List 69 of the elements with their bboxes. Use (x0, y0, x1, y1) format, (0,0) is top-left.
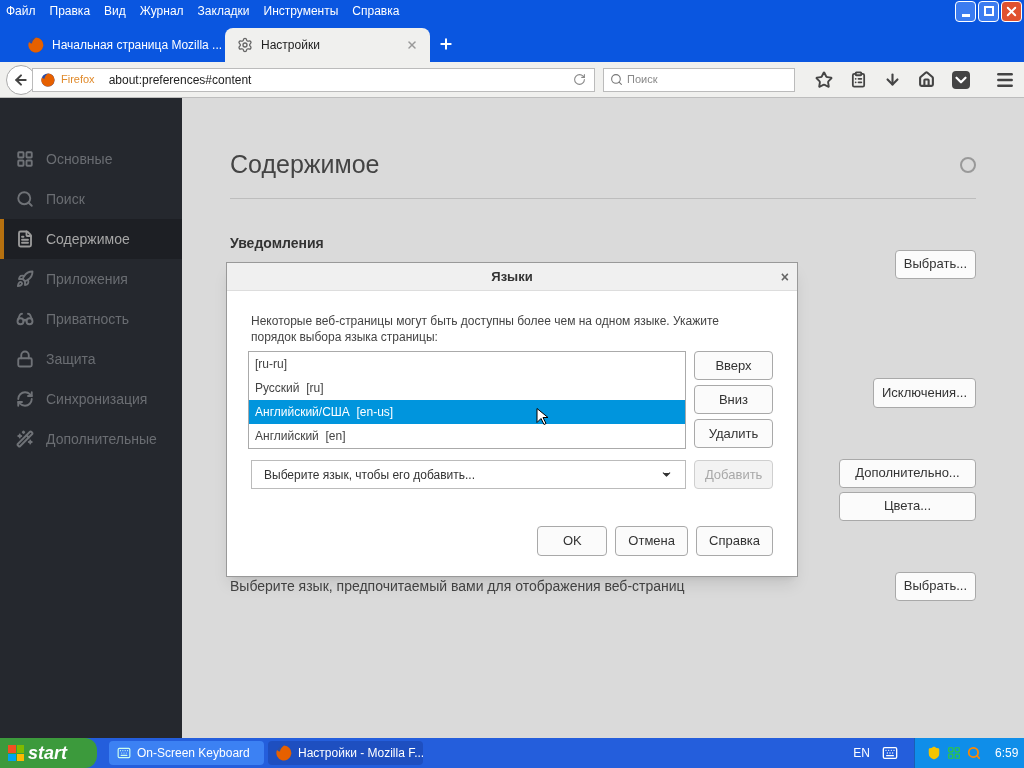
menu-item[interactable]: Журнал (139, 2, 184, 20)
close-button[interactable]: × (780, 267, 789, 288)
mouse-cursor-icon (536, 407, 548, 426)
sidebar-icon (16, 350, 34, 368)
menu-item[interactable]: Инструменты (263, 2, 339, 20)
dialog-title: Языки (491, 267, 533, 286)
clock: 6:59 (995, 745, 1019, 762)
keyboard-icon[interactable] (882, 745, 898, 761)
home-icon[interactable] (918, 71, 935, 88)
dialog-button[interactable]: Отмена (615, 526, 688, 556)
menu-item[interactable]: Закладки (197, 2, 250, 20)
firefox-icon (41, 72, 55, 87)
language-item[interactable]: Английский/США [en-us] (249, 400, 685, 424)
sidebar-item[interactable]: Содержимое (0, 219, 182, 259)
tab-title: Начальная страница Mozilla ... (52, 37, 223, 54)
reload-icon[interactable] (573, 73, 586, 86)
taskbar-button[interactable]: Настройки - Mozilla F... (268, 741, 423, 765)
browser-tab[interactable]: Настройки (225, 28, 430, 62)
start-button[interactable]: start (0, 738, 97, 768)
section-heading: Уведомления (230, 233, 325, 253)
sidebar-icon (16, 390, 34, 408)
clipboard-icon[interactable] (850, 71, 867, 88)
search-icon (610, 73, 623, 86)
sidebar-icon (16, 190, 34, 208)
colors-button[interactable]: Цвета... (839, 491, 976, 521)
list-action-button[interactable]: Вниз (694, 385, 773, 414)
windows-logo-icon (8, 745, 24, 761)
download-icon[interactable] (884, 71, 901, 88)
sidebar-icon (16, 150, 34, 168)
language-item[interactable]: Английский [en] (249, 424, 685, 448)
exceptions-button[interactable]: Исключения... (872, 377, 976, 408)
choose-button[interactable]: Выбрать... (894, 249, 976, 279)
search-placeholder: Поиск (627, 72, 658, 88)
close-button[interactable] (1001, 0, 1022, 22)
sidebar-icon (16, 230, 34, 248)
menu-item[interactable]: Справка (352, 2, 400, 20)
page-title: Содержимое (230, 149, 380, 180)
url-text: about:preferences#content (108, 71, 253, 89)
menu-item[interactable]: Правка (49, 2, 91, 20)
minimize-button[interactable] (955, 0, 976, 22)
taskbar-button[interactable]: On-Screen Keyboard (109, 741, 264, 765)
sidebar-icon (16, 310, 34, 328)
list-action-button[interactable]: Удалить (694, 419, 773, 448)
sidebar-icon (16, 430, 34, 448)
sidebar-icon (16, 270, 34, 288)
language-item[interactable]: Русский [ru] (249, 376, 685, 400)
menu-item[interactable]: Файл (6, 2, 36, 20)
advanced-button[interactable]: Дополнительно... (839, 458, 976, 488)
dialog-button[interactable]: Справка (696, 526, 773, 556)
new-tab-icon[interactable] (438, 36, 454, 52)
dialog-description: Некоторые веб-страницы могут быть доступны более чем на одном языке. Укажите порядок выбора языка страницы: (251, 313, 721, 345)
star-icon[interactable] (815, 70, 833, 89)
language-item[interactable]: [ru-ru] (249, 352, 685, 376)
firefox-icon (28, 37, 44, 53)
firefox-icon (276, 745, 292, 761)
tab-title: Настройки (261, 37, 321, 54)
search-field[interactable]: Поиск (603, 67, 795, 92)
language-select[interactable]: Выберите язык, чтобы его добавить... (251, 460, 687, 489)
keyboard-icon (117, 746, 131, 760)
gear-icon (237, 37, 253, 53)
list-action-button[interactable]: Вверх (694, 351, 773, 380)
language-text: Выберите язык, предпочитаемый вами для отображения веб-страниц (230, 576, 685, 596)
menu-item[interactable]: Вид (104, 2, 126, 20)
choose-button[interactable]: Выбрать... (894, 571, 976, 601)
restore-button[interactable] (978, 0, 999, 22)
dialog-button[interactable]: OK (537, 526, 608, 556)
identity-label: Firefox (61, 72, 95, 88)
address-field[interactable]: Firefox about:preferences#content (32, 67, 595, 92)
language-indicator[interactable]: EN (853, 744, 870, 762)
